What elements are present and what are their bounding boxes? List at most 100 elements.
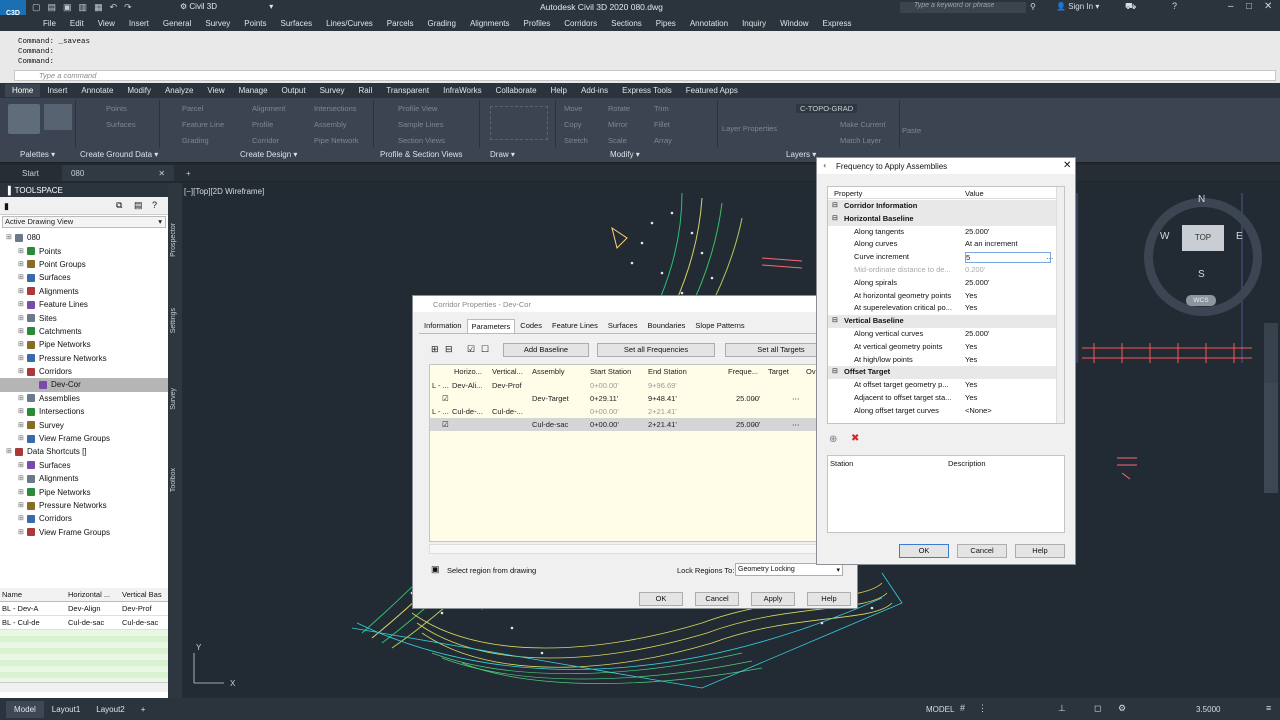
- property-value[interactable]: 25.000': [965, 328, 989, 341]
- uncheck-all-icon[interactable]: ☐: [481, 344, 489, 355]
- ribbon-tab-infraworks[interactable]: InfraWorks: [436, 86, 489, 95]
- redo-icon[interactable]: ↷: [124, 2, 132, 13]
- menu-file[interactable]: File: [36, 19, 63, 28]
- browse-icon[interactable]: ⋯: [792, 392, 800, 405]
- property-category[interactable]: ⊟ Corridor Information: [828, 200, 1060, 213]
- browse-icon[interactable]: ⋯: [752, 392, 760, 405]
- table-row[interactable]: BL - Cul-de Cul-de-sac Cul-de-sac: [0, 616, 168, 630]
- ribbon-tab-output[interactable]: Output: [275, 86, 313, 95]
- tool-sample-lines[interactable]: Sample Lines: [398, 120, 443, 129]
- check-all-icon[interactable]: ☑: [467, 344, 475, 355]
- tool-layer-properties[interactable]: Layer Properties: [722, 124, 777, 133]
- tree-item-survey[interactable]: ⊞ Survey: [0, 418, 168, 431]
- toolspace-menu-icon[interactable]: ▮: [4, 201, 9, 212]
- tool-stretch[interactable]: Stretch: [564, 136, 588, 145]
- property-value[interactable]: Yes: [965, 354, 977, 367]
- tree-item-assemblies[interactable]: ⊞ Assemblies: [0, 392, 168, 405]
- ribbon-tab-home[interactable]: Home: [5, 84, 41, 97]
- tool-mirror[interactable]: Mirror: [608, 120, 628, 129]
- customize-icon[interactable]: ≡: [1266, 703, 1271, 713]
- property-row[interactable]: Adjacent to offset target sta... Yes: [828, 392, 1060, 405]
- drag-handle-icon[interactable]: ▐: [5, 186, 11, 195]
- checkbox-icon[interactable]: ☑: [442, 392, 449, 405]
- menu-lines-curves[interactable]: Lines/Curves: [319, 19, 380, 28]
- tab-codes[interactable]: Codes: [515, 318, 547, 333]
- menu-insert[interactable]: Insert: [122, 19, 156, 28]
- menu-profiles[interactable]: Profiles: [517, 19, 558, 28]
- menu-window[interactable]: Window: [773, 19, 815, 28]
- expand-icon[interactable]: ⊞: [18, 432, 27, 445]
- add-baseline-button[interactable]: Add Baseline: [503, 343, 589, 357]
- undo-icon[interactable]: ↶: [110, 2, 118, 13]
- ribbon-tab-survey[interactable]: Survey: [313, 86, 352, 95]
- tab-080[interactable]: 080 ✕: [62, 165, 174, 181]
- tool-profile[interactable]: Profile: [252, 120, 273, 129]
- tree-item-alignments[interactable]: ⊞ Alignments: [0, 472, 168, 485]
- ribbon-tab-add-ins[interactable]: Add-ins: [574, 86, 615, 95]
- col-station[interactable]: Station: [830, 459, 853, 468]
- set-frequencies-button[interactable]: Set all Frequencies: [597, 343, 715, 357]
- sign-in-link[interactable]: 👤 Sign In ▾: [1056, 2, 1099, 11]
- panel-create-design[interactable]: Create Design ▾: [240, 150, 297, 159]
- tree-item-view-frame-groups[interactable]: ⊞ View Frame Groups: [0, 526, 168, 539]
- ok-button[interactable]: OK: [899, 544, 949, 558]
- expand-icon[interactable]: ⊞: [18, 352, 27, 365]
- tab-survey[interactable]: Survey: [170, 388, 177, 410]
- ribbon-tab-featured-apps[interactable]: Featured Apps: [679, 86, 745, 95]
- browse-icon[interactable]: ⋯: [752, 418, 760, 431]
- tool-section-views[interactable]: Section Views: [398, 136, 445, 145]
- tool-alignment[interactable]: Alignment: [252, 104, 285, 113]
- col-horizontal[interactable]: Horizontal ...: [66, 588, 120, 601]
- layer-dropdown[interactable]: C-TOPO-GRAD: [796, 104, 858, 113]
- col-target[interactable]: Target: [768, 365, 789, 379]
- table-row[interactable]: L - ... Dev-Ali... Dev-Prof 0+00.00' 9+9…: [430, 379, 820, 392]
- property-row[interactable]: Along tangents 25.000': [828, 226, 1060, 239]
- expand-icon[interactable]: ⊞: [18, 338, 27, 351]
- vertical-scrollbar[interactable]: [1056, 187, 1064, 423]
- tool-intersections[interactable]: Intersections: [314, 104, 357, 113]
- col-vertical[interactable]: Vertical Bas: [120, 588, 168, 601]
- property-value[interactable]: Yes: [965, 302, 977, 315]
- property-value[interactable]: Yes: [965, 392, 977, 405]
- tool-corridor[interactable]: Corridor: [252, 136, 279, 145]
- ribbon-tab-rail[interactable]: Rail: [351, 86, 379, 95]
- expand-icon[interactable]: ⊞: [18, 459, 27, 472]
- panel-palettes[interactable]: Palettes ▾: [20, 150, 55, 159]
- col-frequency[interactable]: Freque...: [728, 365, 758, 379]
- tool-profile-view[interactable]: Profile View: [398, 104, 437, 113]
- property-row[interactable]: At superelevation critical po... Yes: [828, 302, 1060, 315]
- expand-icon[interactable]: ⊞: [18, 419, 27, 432]
- delete-station-icon[interactable]: ✖: [851, 433, 859, 444]
- binoculars-icon[interactable]: ⚲: [1030, 2, 1036, 11]
- property-row[interactable]: Along spirals 25.000': [828, 277, 1060, 290]
- print-icon[interactable]: ▦: [94, 2, 103, 13]
- workspace-selector[interactable]: ⚙ Civil 3D ▾: [180, 2, 295, 11]
- col-end-station[interactable]: End Station: [648, 365, 687, 379]
- tab-slope-patterns[interactable]: Slope Patterns: [690, 318, 749, 333]
- col-start-station[interactable]: Start Station: [590, 365, 631, 379]
- expand-icon[interactable]: ⊟: [445, 344, 453, 355]
- ribbon-tab-manage[interactable]: Manage: [232, 86, 275, 95]
- tree-item-surfaces[interactable]: ⊞ Surfaces: [0, 271, 168, 284]
- panel-ground-data[interactable]: Create Ground Data ▾: [80, 150, 158, 159]
- menu-parcels[interactable]: Parcels: [380, 19, 421, 28]
- tree-item-data-shortcuts-[interactable]: ⊞ Data Shortcuts []: [0, 445, 168, 458]
- tab-layout1[interactable]: Layout1: [44, 705, 88, 714]
- toggle-icon[interactable]: ⊞: [431, 344, 439, 355]
- table-row[interactable]: ☑ Dev-Target 0+29.11' 9+48.41' 25.000' ⋯…: [430, 392, 820, 405]
- col-name[interactable]: Name: [0, 588, 66, 601]
- new-icon[interactable]: ▢: [32, 2, 41, 13]
- osnap-icon[interactable]: ◻: [1094, 703, 1101, 714]
- col-horizontal[interactable]: Horizo...: [454, 365, 482, 379]
- expand-icon[interactable]: ⊞: [18, 512, 27, 525]
- ok-button[interactable]: OK: [639, 592, 683, 606]
- ribbon-tab-help[interactable]: Help: [544, 86, 574, 95]
- snap-icon[interactable]: ⋮: [978, 703, 987, 714]
- expand-icon[interactable]: ⊞: [18, 312, 27, 325]
- tool-move[interactable]: Move: [564, 104, 582, 113]
- menu-alignments[interactable]: Alignments: [463, 19, 517, 28]
- tree-item-080[interactable]: ⊞ 080: [0, 231, 168, 244]
- select-region-icon[interactable]: ▣: [431, 564, 440, 575]
- tab-layout2[interactable]: Layout2: [88, 705, 132, 714]
- property-row[interactable]: At offset target geometry p... Yes: [828, 379, 1060, 392]
